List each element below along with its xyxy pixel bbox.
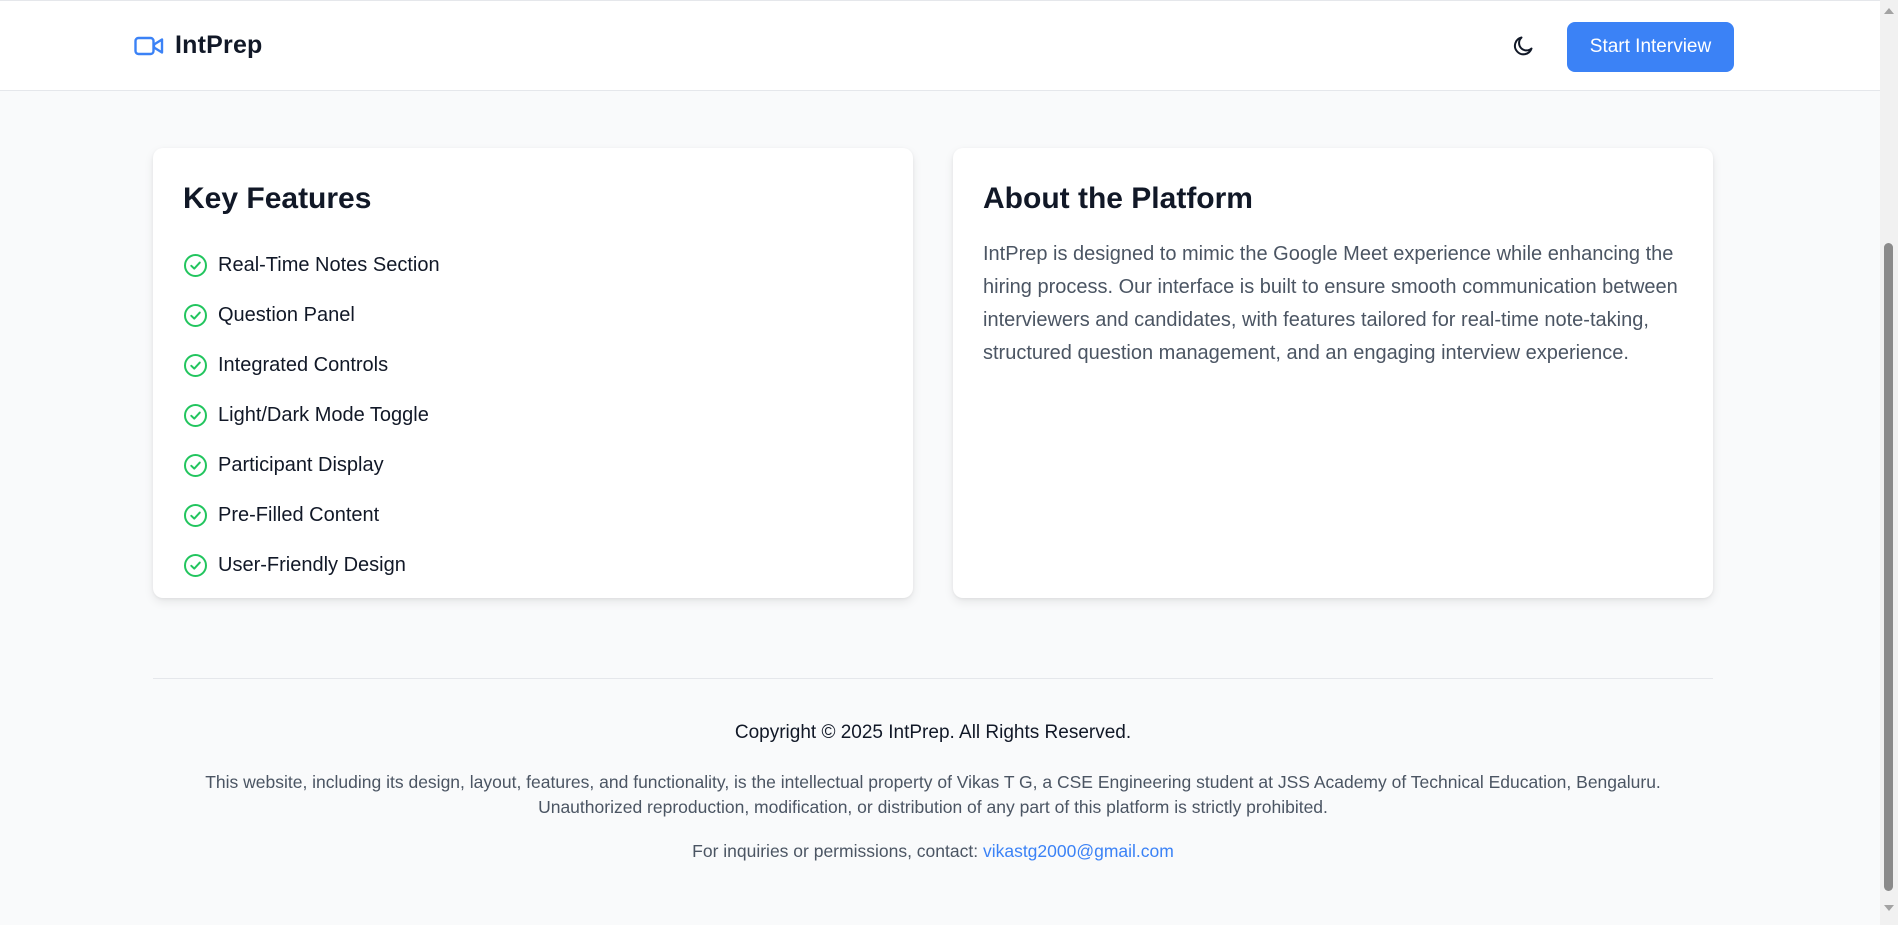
scroll-up-arrow-icon[interactable]	[1884, 8, 1894, 14]
video-camera-icon	[134, 35, 164, 57]
key-features-card: Key Features Real-Time Notes Section Ques…	[153, 148, 913, 598]
theme-toggle-button[interactable]	[1506, 31, 1540, 65]
about-text: IntPrep is designed to mimic the Google …	[983, 243, 1678, 364]
vertical-scrollbar[interactable]	[1880, 0, 1898, 925]
feature-item: User-Friendly Design	[183, 540, 440, 590]
key-features-title: Key Features	[183, 182, 372, 215]
moon-icon	[1511, 34, 1535, 63]
feature-label: Participant Display	[218, 453, 384, 476]
check-circle-icon	[183, 453, 208, 478]
about-card: About the Platform IntPrep is designed t…	[953, 148, 1713, 598]
feature-item: Light/Dark Mode Toggle	[183, 390, 440, 440]
contact-line: For inquiries or permissions, contact: v…	[153, 841, 1713, 862]
feature-label: Light/Dark Mode Toggle	[218, 403, 429, 426]
check-circle-icon	[183, 503, 208, 528]
about-title: About the Platform	[983, 182, 1253, 215]
feature-item: Pre-Filled Content	[183, 490, 440, 540]
feature-item: Integrated Controls	[183, 340, 440, 390]
check-circle-icon	[183, 553, 208, 578]
check-circle-icon	[183, 303, 208, 328]
legal-notice: This website, including its design, layo…	[205, 772, 1661, 817]
feature-item: Participant Display	[183, 440, 440, 490]
feature-label: Integrated Controls	[218, 353, 389, 376]
check-circle-icon	[183, 403, 208, 428]
footer-divider	[153, 678, 1713, 679]
check-circle-icon	[183, 353, 208, 378]
page: IntPrep Start Interview Key Features Rea…	[0, 0, 1898, 925]
features-list: Real-Time Notes Section Question Panel Int…	[183, 240, 440, 590]
feature-label: Question Panel	[218, 303, 355, 326]
feature-label: Pre-Filled Content	[218, 503, 380, 526]
scrollbar-thumb[interactable]	[1884, 243, 1893, 891]
scroll-down-arrow-icon[interactable]	[1884, 905, 1894, 911]
feature-label: Real-Time Notes Section	[218, 253, 440, 276]
brand[interactable]: IntPrep	[134, 31, 263, 60]
top-navbar: IntPrep Start Interview	[0, 0, 1880, 91]
start-interview-button[interactable]: Start Interview	[1567, 22, 1734, 72]
contact-email-link[interactable]: vikastg2000@gmail.com	[983, 841, 1174, 861]
feature-item: Question Panel	[183, 290, 440, 340]
feature-item: Real-Time Notes Section	[183, 240, 440, 290]
contact-prefix: For inquiries or permissions, contact:	[692, 841, 983, 861]
copyright-text: Copyright © 2025 IntPrep. All Rights Res…	[734, 722, 1132, 743]
brand-name: IntPrep	[175, 31, 263, 59]
check-circle-icon	[183, 253, 208, 278]
feature-label: User-Friendly Design	[218, 553, 406, 576]
viewport: IntPrep Start Interview Key Features Rea…	[0, 0, 1880, 925]
